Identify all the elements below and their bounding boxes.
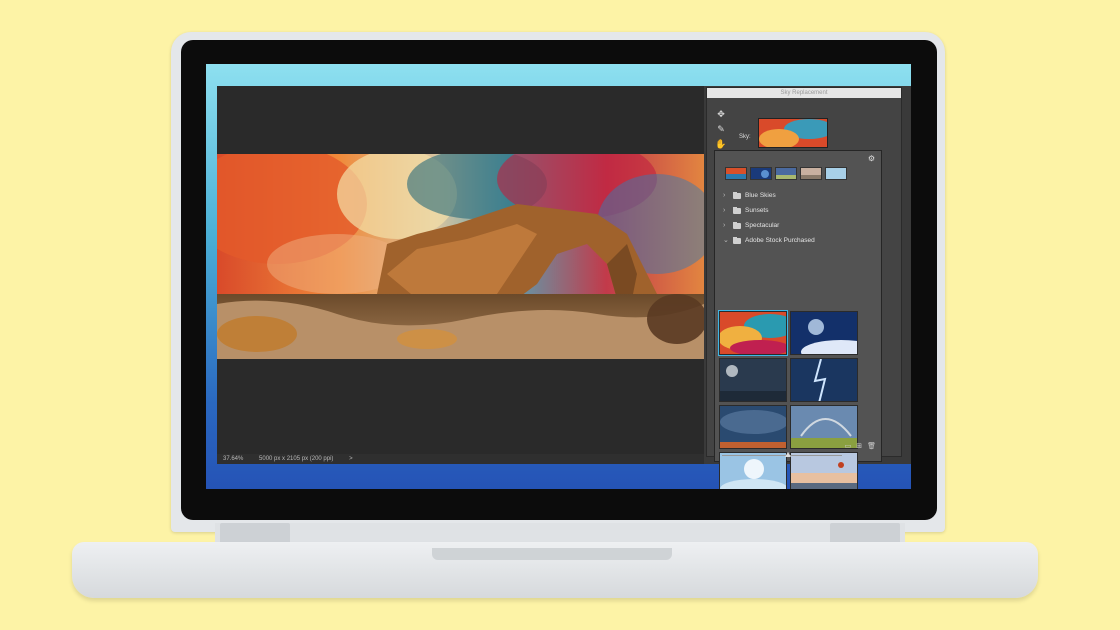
sky-thumb[interactable] xyxy=(719,358,787,402)
hand-icon[interactable]: ✋ xyxy=(714,137,728,151)
status-arrow[interactable]: > xyxy=(349,456,353,462)
chevron-right-icon: › xyxy=(723,207,726,214)
sky-brush-icon[interactable]: ✎ xyxy=(714,122,728,136)
folder-icon xyxy=(733,237,741,244)
folder-icon xyxy=(733,207,741,214)
folder-icon xyxy=(733,192,741,199)
chevron-right-icon: › xyxy=(723,192,726,199)
slider-knob[interactable] xyxy=(785,452,791,457)
thumbnail-size-slider[interactable] xyxy=(722,452,842,457)
status-bar: 37.64% 5000 px x 2105 px (200 ppi) > xyxy=(217,454,704,464)
recent-skies xyxy=(725,167,847,180)
folder-icon xyxy=(733,222,741,229)
popup-footer: ▭ ⊞ 🗑 xyxy=(714,438,882,462)
add-sky-icon[interactable]: ⊞ xyxy=(856,442,862,450)
popup-footer-icons: ▭ ⊞ 🗑 xyxy=(845,442,876,450)
folder-sunsets[interactable]: › Sunsets xyxy=(723,204,873,218)
recent-sky-thumb[interactable] xyxy=(725,167,747,180)
sky-thumb[interactable] xyxy=(790,358,858,402)
sky-preset-dropdown[interactable] xyxy=(758,118,828,148)
gear-icon[interactable]: ⚙ xyxy=(868,154,875,163)
new-folder-icon[interactable]: ▭ xyxy=(845,442,852,450)
document-image[interactable] xyxy=(217,154,704,359)
dialog-title: Sky Replacement xyxy=(707,88,901,98)
recent-sky-thumb[interactable] xyxy=(775,167,797,180)
dialog-toolbar: ✥ ✎ ✋ xyxy=(714,107,728,152)
move-icon[interactable]: ✥ xyxy=(714,107,728,121)
photoshop-canvas-area[interactable]: 37.64% 5000 px x 2105 px (200 ppi) > xyxy=(217,86,704,464)
sky-thumb-selected[interactable] xyxy=(718,310,788,356)
recent-sky-thumb[interactable] xyxy=(825,167,847,180)
laptop-screen: 37.64% 5000 px x 2105 px (200 ppi) > Sky… xyxy=(206,64,911,489)
trash-icon[interactable]: 🗑 xyxy=(867,442,876,450)
recent-sky-thumb[interactable] xyxy=(800,167,822,180)
desert-arch-photo xyxy=(217,154,704,359)
sky-thumb[interactable] xyxy=(790,311,858,355)
chevron-right-icon: › xyxy=(723,222,726,229)
folder-blue-skies[interactable]: › Blue Skies xyxy=(723,189,873,203)
sky-presets-popup: ⚙ › Blue Skies › Sunsets › Spectacular ⌄… xyxy=(714,150,882,489)
chevron-down-icon: ⌄ xyxy=(723,237,729,244)
folder-adobe-stock-purchased[interactable]: ⌄ Adobe Stock Purchased xyxy=(723,234,873,248)
folder-spectacular[interactable]: › Spectacular xyxy=(723,219,873,233)
sky-label: Sky: xyxy=(739,134,751,140)
document-info: 5000 px x 2105 px (200 ppi) xyxy=(259,456,334,462)
zoom-level[interactable]: 37.64% xyxy=(223,456,243,462)
trackpad xyxy=(432,548,672,560)
recent-sky-thumb[interactable] xyxy=(750,167,772,180)
